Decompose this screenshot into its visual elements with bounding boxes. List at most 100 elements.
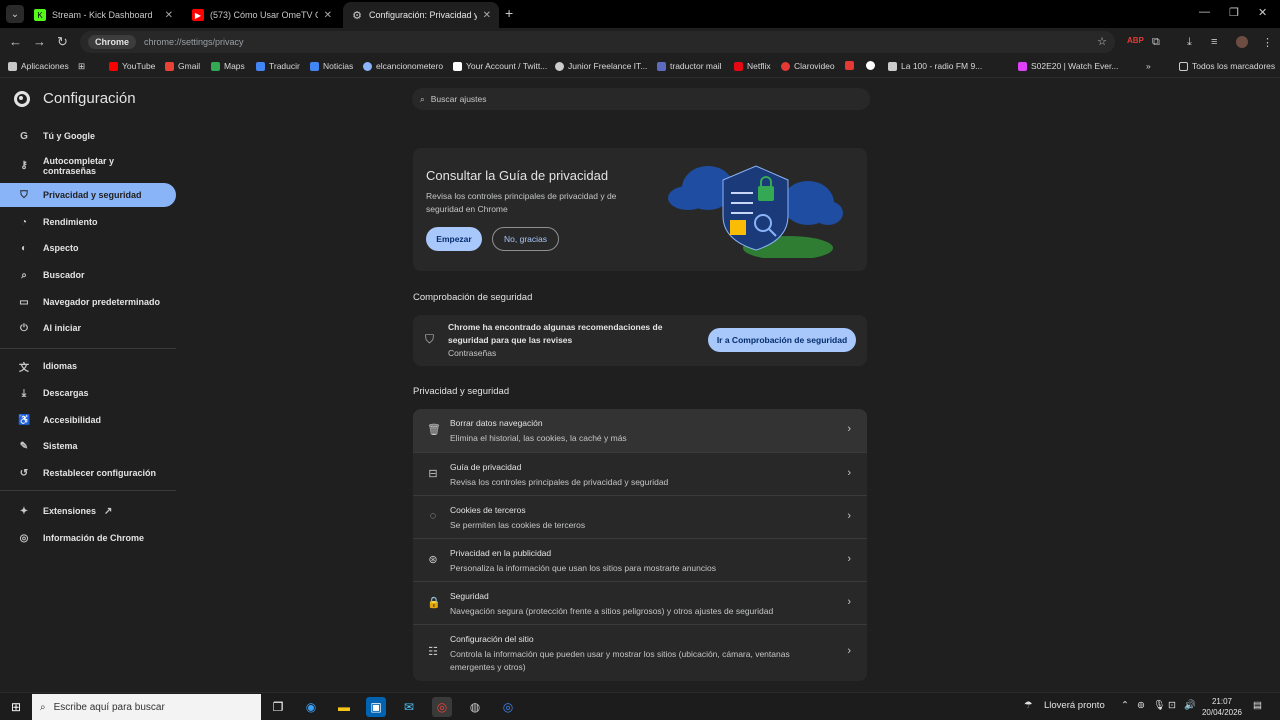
- privacy-guide-card: Consultar la Guía de privacidad Revisa l…: [413, 148, 867, 271]
- bookmark-apps[interactable]: Aplicaciones: [8, 61, 69, 71]
- clear-browsing-data-row[interactable]: 🗑 Borrar datos navegación Elimina el his…: [413, 409, 867, 452]
- bookmark-translate[interactable]: Traducir: [256, 61, 300, 71]
- chrome-chip[interactable]: Chrome: [88, 35, 137, 49]
- file-explorer-icon[interactable]: ▬: [334, 697, 354, 717]
- bookmark-red-icon[interactable]: [845, 61, 858, 70]
- windows-start-icon[interactable]: ⊞: [6, 697, 26, 717]
- site-settings-row[interactable]: ☷ Configuración del sitio Controla la in…: [413, 624, 867, 681]
- chrome-taskbar-icon[interactable]: ◎: [432, 697, 452, 717]
- taskbar-search-input[interactable]: ⌕ Escribe aquí para buscar: [32, 694, 261, 720]
- bookmark-youtube[interactable]: YouTube: [109, 61, 155, 71]
- browser-icon: ▭: [19, 296, 29, 308]
- privacy-guide-row[interactable]: ⊟ Guía de privacidad Revisa los controle…: [413, 452, 867, 495]
- avatar[interactable]: [1236, 36, 1248, 48]
- edge-icon[interactable]: ◉: [301, 697, 321, 717]
- new-tab-button[interactable]: +: [505, 5, 513, 21]
- notifications-icon[interactable]: ▤: [1253, 700, 1262, 711]
- sidebar-item-languages[interactable]: 文 Idiomas: [0, 354, 176, 378]
- weather-text[interactable]: Lloverá pronto: [1044, 700, 1105, 711]
- bookmark-traductor-mail[interactable]: traductor mail: [657, 61, 722, 71]
- taskbar-clock[interactable]: 21:07 20/04/2026: [1202, 696, 1242, 718]
- tray-chevron-icon[interactable]: ⌃: [1121, 700, 1129, 711]
- bookmark-star-icon[interactable]: ☆: [1097, 35, 1107, 48]
- start-button[interactable]: Empezar: [426, 227, 482, 251]
- sidebar-item-downloads[interactable]: ⤓ Descargas: [0, 381, 176, 405]
- ad-privacy-row[interactable]: ⊛ Privacidad en la publicidad Personaliz…: [413, 538, 867, 581]
- shield-icon: ⛉: [20, 189, 28, 201]
- close-tab-icon[interactable]: ✕: [483, 10, 491, 21]
- bookmark-la100[interactable]: La 100 - radio FM 9...: [888, 61, 982, 71]
- forward-button[interactable]: →: [33, 34, 46, 49]
- sidebar-item-you-and-google[interactable]: G Tú y Google: [0, 124, 176, 148]
- tab-search-button[interactable]: ⌄: [6, 5, 24, 23]
- adblock-extension-icon[interactable]: ABP: [1127, 36, 1144, 45]
- address-bar[interactable]: Chrome chrome://settings/privacy ☆: [80, 31, 1115, 53]
- shield-check-icon: ⛉: [425, 332, 435, 346]
- go-to-safety-check-button[interactable]: Ir a Comprobación de seguridad: [708, 328, 856, 352]
- tab-kick[interactable]: K Stream - Kick Dashboard ✕: [26, 2, 181, 28]
- bookmark-twitter[interactable]: Your Account / Twitt...: [453, 61, 547, 71]
- all-bookmarks[interactable]: Todos los marcadores: [1179, 61, 1275, 71]
- chevron-right-icon: ›: [847, 553, 851, 565]
- network-icon[interactable]: ⊡: [1168, 700, 1176, 711]
- tab-settings[interactable]: ⚙ Configuración: Privacidad y seg ✕: [343, 2, 499, 28]
- security-row[interactable]: 🔒 Seguridad Navegación segura (protecció…: [413, 581, 867, 624]
- obs-icon[interactable]: ◍: [465, 697, 485, 717]
- reading-list-icon[interactable]: ≡: [1211, 36, 1217, 48]
- sidebar-item-search-engine[interactable]: ⌕ Buscador: [0, 263, 176, 287]
- back-button[interactable]: ←: [9, 34, 22, 49]
- sidebar-item-system[interactable]: ✎ Sistema: [0, 434, 176, 458]
- safety-check-message: Chrome ha encontrado algunas recomendaci…: [448, 322, 663, 345]
- x-logo-icon: [453, 61, 462, 71]
- menu-kebab-icon[interactable]: ⋮: [1262, 36, 1273, 49]
- sidebar-item-autofill[interactable]: ⚷ Autocompletar y contraseñas: [0, 153, 176, 179]
- bookmark-gmail[interactable]: Gmail: [165, 61, 200, 71]
- close-tab-icon[interactable]: ✕: [165, 10, 173, 21]
- sidebar-item-default-browser[interactable]: ▭ Navegador predeterminado: [0, 290, 176, 314]
- bookmark-maps[interactable]: Maps: [211, 61, 245, 71]
- sidebar-item-accessibility[interactable]: ♿ Accesibilidad: [0, 408, 176, 432]
- sidebar-item-extensions[interactable]: ✦ Extensiones ↗: [0, 499, 176, 523]
- sidebar-item-privacy[interactable]: ⛉ Privacidad y seguridad: [0, 183, 176, 207]
- sidebar-item-performance[interactable]: ◔ Rendimiento: [0, 210, 176, 234]
- page-title: Configuración: [43, 90, 136, 107]
- sidebar-item-about-chrome[interactable]: ◎ Información de Chrome: [0, 526, 176, 550]
- volume-icon[interactable]: 🔊: [1184, 700, 1196, 711]
- store-icon[interactable]: ▣: [366, 697, 386, 717]
- reload-button[interactable]: ↻: [57, 34, 68, 50]
- bookmark-s02e20[interactable]: S02E20 | Watch Ever...: [1018, 61, 1118, 71]
- bookmark-google[interactable]: [866, 61, 879, 70]
- tray-meet-icon[interactable]: ⊚: [1137, 700, 1145, 711]
- bookmark-news[interactable]: Noticias: [310, 61, 353, 71]
- microphone-icon[interactable]: 🎙: [1153, 700, 1165, 711]
- chrome-alt-taskbar-icon[interactable]: ◎: [498, 697, 518, 717]
- minimize-button[interactable]: —: [1199, 6, 1210, 18]
- tab-youtube[interactable]: ▶ (573) Cómo Usar OmeTV Con M ✕: [184, 2, 340, 28]
- sidebar-item-on-startup[interactable]: ⏻ Al iniciar: [0, 316, 176, 340]
- sidebar-item-reset[interactable]: ↺ Restablecer configuración: [0, 461, 176, 485]
- apps-launcher-icon[interactable]: ⊞: [78, 61, 85, 72]
- bookmark-elcancionometero[interactable]: elcancionometero: [363, 61, 443, 71]
- task-view-icon[interactable]: ❐: [268, 697, 288, 717]
- url-text: chrome://settings/privacy: [144, 37, 244, 47]
- bookmark-netflix[interactable]: Netflix: [734, 61, 771, 71]
- gear-icon: ⚙: [352, 9, 362, 22]
- weather-icon[interactable]: ☂: [1024, 700, 1033, 711]
- bookmark-junior-freelance[interactable]: Junior Freelance IT...: [555, 61, 647, 71]
- video-icon: [1018, 61, 1027, 71]
- gmail-icon: [165, 61, 174, 71]
- restore-button[interactable]: ❐: [1229, 6, 1239, 19]
- no-thanks-button[interactable]: No, gracias: [492, 227, 559, 251]
- bookmarks-overflow-icon[interactable]: »: [1146, 61, 1151, 71]
- sidebar-item-appearance[interactable]: ◐ Aspecto: [0, 236, 176, 260]
- kick-icon: K: [34, 9, 46, 21]
- close-window-button[interactable]: ✕: [1258, 6, 1267, 19]
- settings-search-input[interactable]: ⌕ Buscar ajustes: [412, 88, 870, 110]
- close-tab-icon[interactable]: ✕: [324, 10, 332, 21]
- third-party-cookies-row[interactable]: ◌ Cookies de terceros Se permiten las co…: [413, 495, 867, 538]
- mail-app-icon[interactable]: ✉: [399, 697, 419, 717]
- downloads-icon[interactable]: ⤓: [1187, 36, 1192, 49]
- extensions-puzzle-icon[interactable]: ⧉: [1152, 36, 1160, 49]
- maps-pin-icon: [211, 61, 220, 71]
- bookmark-clarovideo[interactable]: Clarovideo: [781, 61, 835, 71]
